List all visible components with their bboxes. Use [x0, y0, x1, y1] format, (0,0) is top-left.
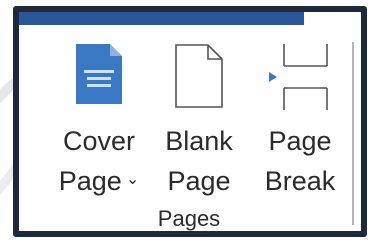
page-break-label-line2: Break	[264, 166, 336, 196]
group-label-pages: Pages	[157, 206, 221, 231]
ribbon-accent-strip	[19, 12, 304, 25]
blank-page-label-line1: Blank	[165, 126, 233, 156]
group-separator	[352, 42, 354, 225]
cover-page-button[interactable]: Cover Page ⌄	[55, 32, 143, 207]
blank-page-label-line2: Page	[167, 166, 231, 196]
chevron-down-icon[interactable]: ⌄	[126, 161, 139, 199]
ribbon-pages-group: Cover Page ⌄ Blank Page Page Break Pages	[13, 6, 367, 237]
cover-page-icon	[76, 44, 122, 104]
blank-page-button[interactable]: Blank Page	[161, 32, 237, 207]
page-break-button[interactable]: Page Break	[255, 32, 345, 207]
page-break-icon	[269, 44, 328, 110]
cover-page-label-line2: Page ⌄	[55, 162, 143, 202]
page-break-label-line1: Page	[268, 126, 332, 156]
cover-page-label-line1: Cover	[62, 126, 136, 156]
blank-page-icon	[175, 44, 223, 108]
cover-page-label-text: Page	[58, 166, 122, 196]
